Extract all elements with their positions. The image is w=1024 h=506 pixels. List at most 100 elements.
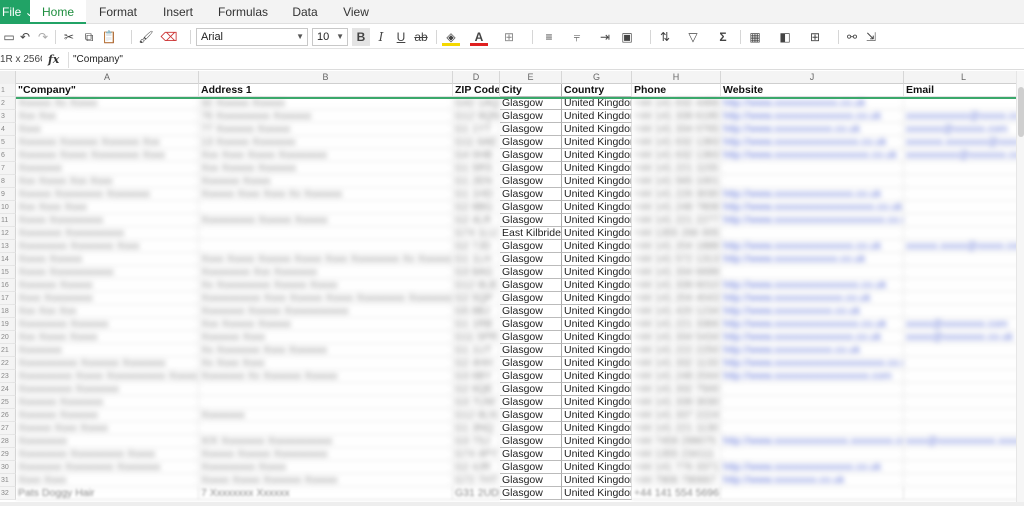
copy-icon[interactable]: ⧉	[80, 28, 98, 46]
cell-phone[interactable]: +44 1355 234111	[632, 448, 721, 461]
cell-website[interactable]: http://www.xxxxxxxxxxxxxxx.co.uk	[721, 461, 904, 474]
cell-company[interactable]: Xxx Xxxxx Xxx Xxxx	[16, 175, 199, 188]
cell-website[interactable]	[721, 227, 904, 240]
cell-website[interactable]: http://www.xxxxxxxxxxxxxxxx.co.uk	[721, 279, 904, 292]
cell-zip[interactable]: G11 5PR	[453, 331, 500, 344]
cell-city[interactable]: Glasgow	[500, 110, 562, 123]
cell-country[interactable]: United Kingdom	[562, 292, 632, 305]
cell-email[interactable]: xxxxxx.xxxxx@xxxxx.com	[904, 240, 1024, 253]
cell-city[interactable]: Glasgow	[500, 435, 562, 448]
row-number[interactable]: 25	[0, 396, 16, 409]
cell-phone[interactable]: +44 141 204 1888	[632, 240, 721, 253]
row-number[interactable]: 11	[0, 214, 16, 227]
cell-company[interactable]: Xxxxxxxx	[16, 162, 199, 175]
cell-zip[interactable]: G2 8BG	[453, 201, 500, 214]
cell-city-header[interactable]: City	[500, 84, 562, 97]
cell-website[interactable]	[721, 487, 904, 500]
cell-address[interactable]: Xxxxxx Xxxx Xxxx Xx Xxxxxxx	[199, 188, 453, 201]
cell-zip[interactable]: G1 1HD	[453, 188, 500, 201]
paste-icon[interactable]: 📋	[100, 28, 118, 46]
vertical-align-icon[interactable]: ⫧	[568, 28, 586, 46]
cell-phone[interactable]: +44 141 332 7500	[632, 383, 721, 396]
cell-email[interactable]	[904, 266, 1024, 279]
cell-email[interactable]	[904, 188, 1024, 201]
cell-email[interactable]: xxxxxxx.xxxxxxxx@xxxx.com	[904, 136, 1024, 149]
cell-email[interactable]	[904, 448, 1024, 461]
cell-address[interactable]: Xxxxxxxx Xx Xxxxxxx Xxxxxx	[199, 370, 453, 383]
cell-zip[interactable]: G74 1LU	[453, 227, 500, 240]
cell-address[interactable]: Xxxxxxxxx Xxx Xxxxxxxx	[199, 266, 453, 279]
cell-city[interactable]: Glasgow	[500, 149, 562, 162]
cell-website-header[interactable]: Website	[721, 84, 904, 97]
cell-website[interactable]: http://www.xxxxxxxxxxxxxxx.co.uk	[721, 331, 904, 344]
cell-phone[interactable]: +44 141 339 6010	[632, 279, 721, 292]
cell-website[interactable]: http://www.xxxxxxxxxxxxxxxxxxxxx.co.uk	[721, 357, 904, 370]
cell-country[interactable]: United Kingdom	[562, 318, 632, 331]
row-number[interactable]: 5	[0, 136, 16, 149]
row-number[interactable]: 27	[0, 422, 16, 435]
cell-city[interactable]: Glasgow	[500, 318, 562, 331]
cell-country[interactable]: United Kingdom	[562, 357, 632, 370]
row-number[interactable]: 21	[0, 344, 16, 357]
cell-company[interactable]: Xxxxxxxx Xxxxxxxxx Xxxxxxxx	[16, 461, 199, 474]
cell-email[interactable]	[904, 344, 1024, 357]
cell-email[interactable]: xxxxxxxxxxxx@xxxxx.co.uk	[904, 110, 1024, 123]
cell-zip[interactable]: G31 2UD	[453, 487, 500, 500]
cell-phone[interactable]: +44 141 554 5696	[632, 487, 721, 500]
cell-phone[interactable]: +44 141 572 1313	[632, 253, 721, 266]
cell-phone[interactable]: +44 141 226 3030	[632, 188, 721, 201]
cell-country[interactable]: United Kingdom	[562, 162, 632, 175]
row-number[interactable]: 22	[0, 357, 16, 370]
tab-insert[interactable]: Insert	[150, 0, 206, 24]
cell-email[interactable]	[904, 253, 1024, 266]
tab-view[interactable]: View	[334, 0, 378, 24]
cell-company[interactable]: Xxx Xxxx Xxxx	[16, 201, 199, 214]
tab-formulas[interactable]: Formulas	[210, 0, 276, 24]
cell-website[interactable]: http://www.xxxxxxxxxxx.co.uk	[721, 305, 904, 318]
cell-zip[interactable]: G5 8BJ	[453, 305, 500, 318]
cell-country[interactable]: United Kingdom	[562, 370, 632, 383]
cell-zip[interactable]: G72 7HT	[453, 474, 500, 487]
align-left-icon[interactable]: ≡	[540, 28, 558, 46]
cell-zip[interactable]: G12 9QN	[453, 110, 500, 123]
cell-zip[interactable]: G11 6AE	[453, 136, 500, 149]
cell-email[interactable]	[904, 162, 1024, 175]
tab-home[interactable]: Home	[30, 0, 86, 24]
column-header-j[interactable]: J	[721, 71, 904, 84]
cell-phone[interactable]: +44 141 221 3366	[632, 318, 721, 331]
row-number[interactable]: 1	[0, 84, 16, 97]
cell-phone[interactable]: +44 141 334 5434	[632, 331, 721, 344]
cell-city[interactable]: Glasgow	[500, 136, 562, 149]
row-number[interactable]: 29	[0, 448, 16, 461]
row-number[interactable]: 14	[0, 253, 16, 266]
cell-company[interactable]: Xxxxxxx Xxxxxxxx	[16, 396, 199, 409]
cell-city[interactable]: Glasgow	[500, 331, 562, 344]
row-number[interactable]: 8	[0, 175, 16, 188]
cell-city[interactable]: East Kilbride	[500, 227, 562, 240]
cell-country[interactable]: United Kingdom	[562, 201, 632, 214]
tab-data[interactable]: Data	[280, 0, 330, 24]
cell-address[interactable]	[199, 383, 453, 396]
cell-company[interactable]: Xxxxxxxx	[16, 344, 199, 357]
cell-country[interactable]: United Kingdom	[562, 175, 632, 188]
font-size-select[interactable]: 10 ▼	[312, 28, 348, 46]
cell-phone[interactable]: +44 141 337 2224	[632, 409, 721, 422]
cell-company-header[interactable]: "Company"	[16, 84, 199, 97]
row-number[interactable]: 28	[0, 435, 16, 448]
row-number[interactable]: 19	[0, 318, 16, 331]
cell-address[interactable]: X/X Xxxxxxxx Xxxxxxxxxxxx	[199, 435, 453, 448]
column-header-d[interactable]: D	[453, 71, 500, 84]
row-number[interactable]: 4	[0, 123, 16, 136]
export-icon[interactable]: ⇲	[862, 28, 880, 46]
column-header-e[interactable]: E	[500, 71, 562, 84]
cell-website[interactable]: http://www.xxxxxxxxxxxxx.co.uk	[721, 292, 904, 305]
cell-city[interactable]: Glasgow	[500, 448, 562, 461]
cell-city[interactable]: Glasgow	[500, 370, 562, 383]
cell-address[interactable]: Xxx Xxxxxx Xxxxxx	[199, 318, 453, 331]
cell-zip[interactable]: G1 1UT	[453, 344, 500, 357]
cell-company[interactable]: Xxxxxxx Xxxxxxx Xxxxxxx Xxx	[16, 136, 199, 149]
cell-website[interactable]: http://www.xxxxxxxxxxxxxxxxxxxxx.co.uk	[721, 214, 904, 227]
cell-company[interactable]: Xxxxxxxxxxx Xxxxxxx Xxxxxxxx	[16, 357, 199, 370]
cell-email[interactable]	[904, 396, 1024, 409]
cell-phone[interactable]: +44 7459 299075	[632, 435, 721, 448]
